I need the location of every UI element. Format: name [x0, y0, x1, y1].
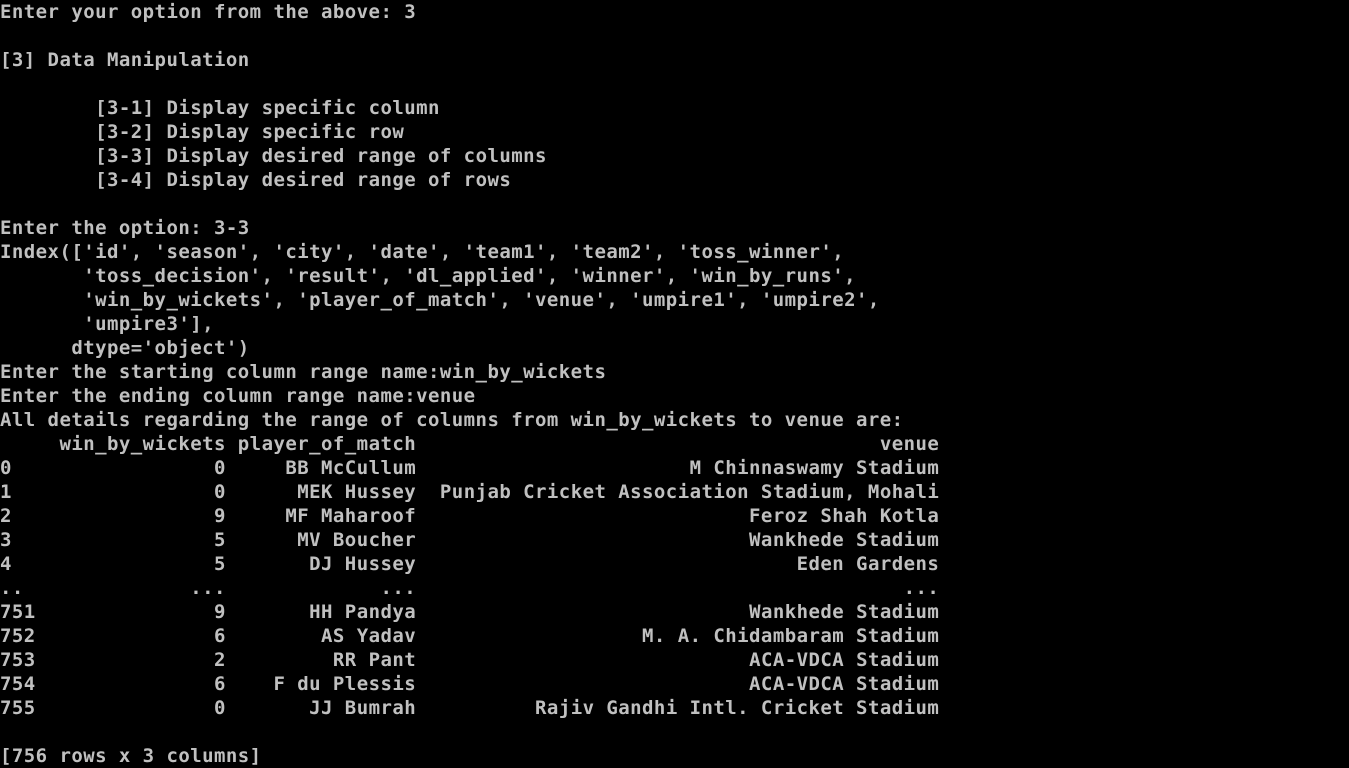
cell-win-by-wickets: 0 [214, 697, 226, 719]
row-index: 753 [0, 649, 36, 671]
column-header-venue: venue [879, 433, 940, 455]
cell-win-by-wickets: ... [190, 577, 226, 599]
cell-venue: ... [903, 577, 940, 599]
cell-win-by-wickets: 5 [214, 553, 226, 575]
menu-item-3-3: [3-3] Display desired range of columns [95, 145, 547, 167]
index-output-line: 'win_by_wickets', 'player_of_match', 've… [0, 289, 880, 311]
index-output-line: dtype='object') [0, 337, 250, 359]
table-body: 0 0 BB McCullum M Chinnaswamy Stadium 1 0… [0, 456, 1349, 720]
cell-player-of-match: RR Pant [332, 649, 417, 671]
cell-player-of-match: ... [380, 577, 417, 599]
table-header: win_by_wickets player_of_match venue [0, 432, 1349, 456]
table-row: 755 0 JJ Bumrah Rajiv Gandhi Intl. Crick… [0, 696, 1349, 720]
table-row: 2 9 MF Maharoof Feroz Shah Kotla [0, 504, 1349, 528]
cell-venue: Eden Gardens [796, 553, 940, 575]
index-output-line: 'umpire3'], [0, 313, 215, 335]
cell-player-of-match: AS Yadav [321, 625, 417, 647]
cell-player-of-match: HH Pandya [309, 601, 417, 623]
row-index: 752 [0, 625, 36, 647]
cell-win-by-wickets: 6 [214, 673, 226, 695]
index-output-line: 'toss_decision', 'result', 'dl_applied',… [0, 265, 857, 287]
cell-venue: Wankhede Stadium [749, 601, 940, 623]
menu-item-3-1: [3-1] Display specific column [95, 97, 440, 119]
row-index: 1 [0, 481, 12, 503]
cell-player-of-match: JJ Bumrah [309, 697, 417, 719]
row-index: 3 [0, 529, 12, 551]
row-index: 751 [0, 601, 36, 623]
table-row: 1 0 MEK Hussey Punjab Cricket Associatio… [0, 480, 1349, 504]
prompt-main-option: Enter your option from the above: 3 [0, 1, 417, 23]
table-summary: [756 rows x 3 columns] [0, 745, 262, 767]
cell-win-by-wickets: 0 [214, 457, 226, 479]
cell-venue: ACA-VDCA Stadium [749, 649, 940, 671]
column-header-win-by-wickets: win_by_wickets [59, 433, 226, 455]
cell-win-by-wickets: 2 [214, 649, 226, 671]
cell-win-by-wickets: 9 [214, 505, 226, 527]
table-row: 752 6 AS Yadav M. A. Chidambaram Stadium [0, 624, 1349, 648]
table-row: 753 2 RR Pant ACA-VDCA Stadium [0, 648, 1349, 672]
table-row: 754 6 F du Plessis ACA-VDCA Stadium [0, 672, 1349, 696]
cell-venue: M Chinnaswamy Stadium [689, 457, 940, 479]
menu-item-3-4: [3-4] Display desired range of rows [95, 169, 512, 191]
row-index: 2 [0, 505, 12, 527]
row-index: 755 [0, 697, 36, 719]
cell-player-of-match: BB McCullum [285, 457, 417, 479]
cell-venue: ACA-VDCA Stadium [749, 673, 940, 695]
table-row: .. ... ... ... [0, 576, 1349, 600]
prompt-option: Enter the option: 3-3 [0, 217, 250, 239]
row-index: 0 [0, 457, 12, 479]
table-row: 3 5 MV Boucher Wankhede Stadium [0, 528, 1349, 552]
prompt-start-column: Enter the starting column range name:win… [0, 361, 607, 383]
cell-win-by-wickets: 9 [214, 601, 226, 623]
row-index: 754 [0, 673, 36, 695]
table-row: 4 5 DJ Hussey Eden Gardens [0, 552, 1349, 576]
cell-player-of-match: F du Plessis [273, 673, 417, 695]
table-row: 0 0 BB McCullum M Chinnaswamy Stadium [0, 456, 1349, 480]
cell-player-of-match: DJ Hussey [309, 553, 417, 575]
console-window[interactable]: Enter your option from the above: 3 [3] … [0, 0, 1349, 768]
cell-venue: Wankhede Stadium [749, 529, 940, 551]
table-row: 751 9 HH Pandya Wankhede Stadium [0, 600, 1349, 624]
section-title: [3] Data Manipulation [0, 49, 250, 71]
prompt-end-column: Enter the ending column range name:venue [0, 385, 476, 407]
cell-player-of-match: MEK Hussey [297, 481, 417, 503]
cell-venue: Punjab Cricket Association Stadium, Moha… [439, 481, 940, 503]
cell-venue: Feroz Shah Kotla [749, 505, 940, 527]
cell-win-by-wickets: 6 [214, 625, 226, 647]
column-header-player-of-match: player_of_match [237, 433, 417, 455]
row-index: 4 [0, 553, 12, 575]
cell-venue: Rajiv Gandhi Intl. Cricket Stadium [535, 697, 940, 719]
cell-win-by-wickets: 5 [214, 529, 226, 551]
cell-player-of-match: MF Maharoof [285, 505, 417, 527]
cell-player-of-match: MV Boucher [297, 529, 417, 551]
menu-item-3-2: [3-2] Display specific row [95, 121, 405, 143]
row-index: .. [0, 577, 24, 599]
cell-win-by-wickets: 0 [214, 481, 226, 503]
cell-venue: M. A. Chidambaram Stadium [642, 625, 940, 647]
index-output-line: Index(['id', 'season', 'city', 'date', '… [0, 241, 845, 263]
result-heading: All details regarding the range of colum… [0, 409, 904, 431]
